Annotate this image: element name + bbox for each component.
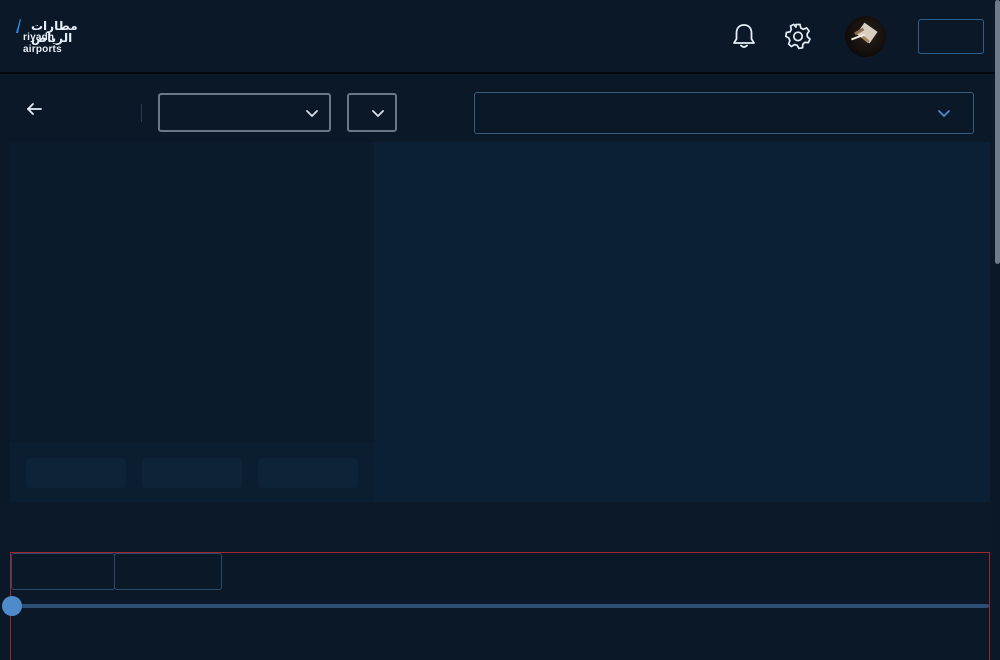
timeline-slider-thumb[interactable]	[2, 596, 22, 616]
avatar-image	[851, 22, 878, 44]
back-button[interactable]	[24, 98, 46, 120]
left-content-panel	[10, 142, 374, 442]
top-bar: مطارات الرياض riyadh airports	[0, 0, 1000, 74]
timeline-section	[2, 552, 990, 660]
bell-icon	[733, 24, 755, 48]
notifications-button[interactable]	[729, 21, 759, 51]
filter-select-primary[interactable]	[158, 93, 331, 132]
chevron-down-icon	[938, 110, 950, 117]
gear-icon	[784, 23, 811, 50]
arrow-left-icon	[27, 103, 42, 115]
filter-select-secondary[interactable]	[347, 93, 397, 132]
chevron-down-icon	[306, 109, 318, 117]
user-avatar[interactable]	[845, 16, 886, 57]
placeholder-chip[interactable]	[26, 458, 126, 488]
search-dropdown[interactable]	[474, 92, 974, 134]
logo-mark-icon	[16, 19, 21, 33]
section-divider-band	[0, 502, 1000, 552]
logo-english-text: riyadh airports	[23, 32, 62, 55]
timeline-slider-track[interactable]	[11, 604, 989, 608]
placeholder-chip[interactable]	[258, 458, 358, 488]
timeline-tab-2[interactable]	[114, 553, 222, 590]
settings-button[interactable]	[783, 21, 813, 51]
page-scrollbar[interactable]	[995, 0, 1000, 660]
riyadh-airports-logo[interactable]: مطارات الرياض riyadh airports	[15, 19, 95, 55]
placeholder-chip[interactable]	[142, 458, 242, 488]
timeline-tab-1[interactable]	[11, 553, 115, 590]
chevron-down-icon	[372, 109, 384, 117]
right-content-panel	[374, 142, 990, 502]
toolbar-divider	[141, 104, 142, 122]
header-action-button[interactable]	[918, 19, 984, 54]
chip-row	[10, 442, 374, 502]
scrollbar-thumb[interactable]	[995, 0, 1000, 264]
